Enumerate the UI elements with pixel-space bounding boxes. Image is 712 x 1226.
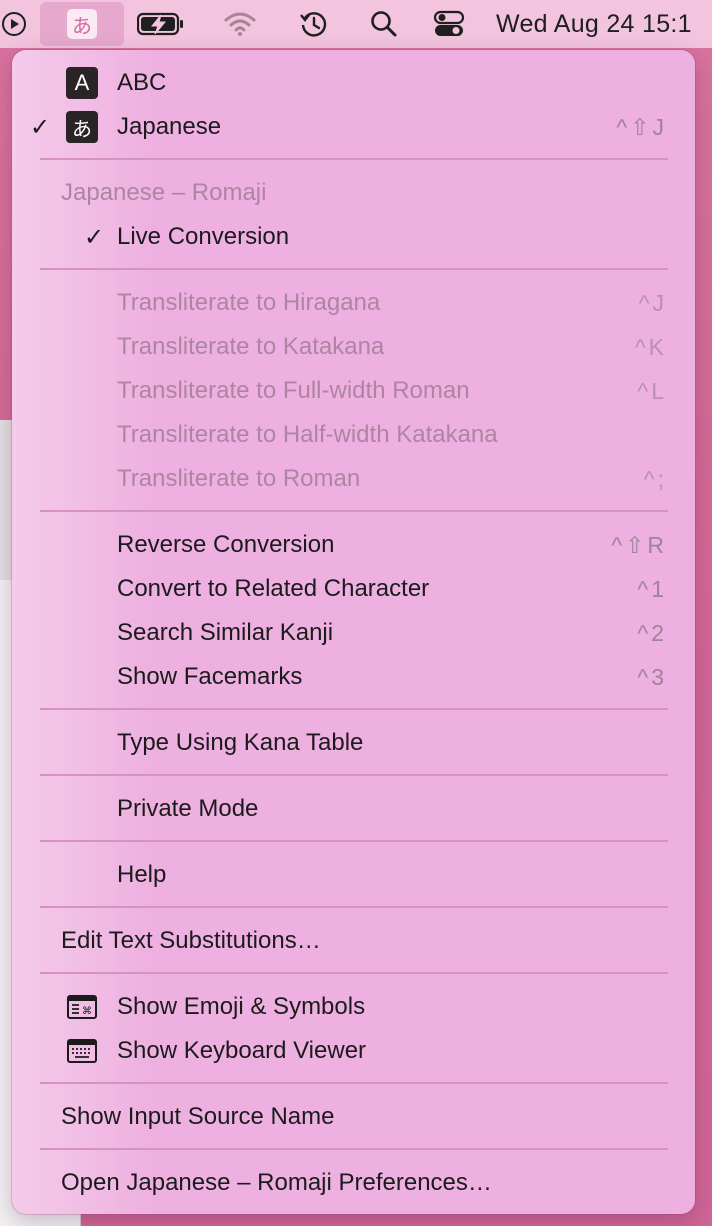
menu-item-kana-table[interactable]: Type Using Kana Table [12,721,695,765]
shortcut-label: ^; [643,465,667,492]
menu-item-private-mode[interactable]: Private Mode [12,787,695,831]
separator [40,906,668,908]
keyboard-viewer-icon [67,1039,97,1063]
menu-item-edit-text-substitutions[interactable]: Edit Text Substitutions… [12,919,695,963]
menu-item-label: Show Input Source Name [61,1103,335,1130]
menu-item-show-keyboard-viewer[interactable]: Show Keyboard Viewer [12,1029,695,1073]
separator [40,840,668,842]
menu-item-label: Transliterate to Half-width Katakana [117,421,498,448]
shortcut-label: ^3 [637,663,667,690]
menu-item-label: Transliterate to Hiragana [117,289,381,316]
menu-item-label: Type Using Kana Table [117,729,364,756]
menu-item-label: Private Mode [117,795,259,822]
menu-item-label: Open Japanese – Romaji Preferences… [61,1169,492,1196]
abc-source-icon: A [66,67,98,99]
menu-item-transliterate-katakana: Transliterate to Katakana ^K [12,325,695,369]
menu-item-transliterate-full-width-roman: Transliterate to Full-width Roman ^L [12,369,695,413]
time-machine-icon[interactable] [294,0,334,48]
menu-item-label: Reverse Conversion [117,531,335,558]
menu-item-search-similar-kanji[interactable]: Search Similar Kanji ^2 [12,611,695,655]
shortcut-label: ^2 [637,619,667,646]
checkmark-icon: ✓ [84,223,105,251]
menu-item-label: Edit Text Substitutions… [61,927,321,954]
shortcut-label: ^1 [637,575,667,602]
menu-item-transliterate-hiragana: Transliterate to Hiragana ^J [12,281,695,325]
menu-item-label: Live Conversion [117,223,290,250]
search-icon[interactable] [366,0,402,48]
menu-item-reverse-conversion[interactable]: Reverse Conversion ^⇧R [12,523,695,567]
menu-item-label: Convert to Related Character [117,575,430,602]
shortcut-label: ^⇧R [611,531,667,558]
shortcut-label: ^L [637,377,667,404]
shortcut-label: ^⇧J [616,113,667,140]
menu-item-label: Transliterate to Full-width Roman [117,377,470,404]
separator [40,510,668,512]
menu-item-label: Show Facemarks [117,663,303,690]
menu-item-label: Show Emoji & Symbols [117,993,366,1020]
checkmark-icon: ✓ [30,113,51,141]
menu-item-label: ABC [117,69,167,96]
menu-item-help[interactable]: Help [12,853,695,897]
emoji-symbols-icon: ⌘ [67,995,97,1019]
section-header: Japanese – Romaji [12,171,695,215]
menu-item-show-facemarks[interactable]: Show Facemarks ^3 [12,655,695,699]
svg-text:⌘: ⌘ [82,1006,92,1017]
menu-item-show-emoji-symbols[interactable]: ⌘ Show Emoji & Symbols [12,985,695,1029]
menu-item-transliterate-roman: Transliterate to Roman ^; [12,457,695,501]
input-source-icon: あ [67,9,97,39]
menu-item-label: Transliterate to Roman [117,465,361,492]
background-window-edge [0,420,12,580]
menu-item-open-preferences[interactable]: Open Japanese – Romaji Preferences… [12,1161,695,1205]
menu-item-label: Help [117,861,167,888]
play-circle-icon[interactable] [0,0,30,48]
separator [40,268,668,270]
separator [40,158,668,160]
separator [40,972,668,974]
menu-item-label: Show Keyboard Viewer [117,1037,367,1064]
separator [40,1082,668,1084]
wifi-icon[interactable] [220,0,260,48]
input-source-menu-button[interactable]: あ [40,2,124,46]
separator [40,774,668,776]
menu-item-label: Japanese [117,113,222,140]
menu-item-abc[interactable]: A ABC [12,61,695,105]
menu-bar: あ Wed Aug 24 15:1 [0,0,712,48]
shortcut-label: ^J [638,289,667,316]
menu-item-convert-related-character[interactable]: Convert to Related Character ^1 [12,567,695,611]
separator [40,1148,668,1150]
japanese-source-icon: あ [66,111,98,143]
control-center-icon[interactable] [430,0,468,48]
menu-item-japanese[interactable]: ✓ あ Japanese ^⇧J [12,105,695,149]
battery-charging-icon[interactable] [136,0,186,48]
menu-item-show-input-source-name[interactable]: Show Input Source Name [12,1095,695,1139]
menu-item-label: Transliterate to Katakana [117,333,385,360]
separator [40,708,668,710]
menu-bar-clock[interactable]: Wed Aug 24 15:1 [496,0,712,48]
menu-item-live-conversion[interactable]: ✓ Live Conversion [12,215,695,259]
shortcut-label: ^K [634,333,667,360]
section-header-label: Japanese – Romaji [61,179,267,206]
menu-item-transliterate-half-width-katakana: Transliterate to Half-width Katakana [12,413,695,457]
menu-item-label: Search Similar Kanji [117,619,334,646]
input-source-menu: A ABC ✓ あ Japanese ^⇧J Japanese – Romaji… [12,50,695,1214]
